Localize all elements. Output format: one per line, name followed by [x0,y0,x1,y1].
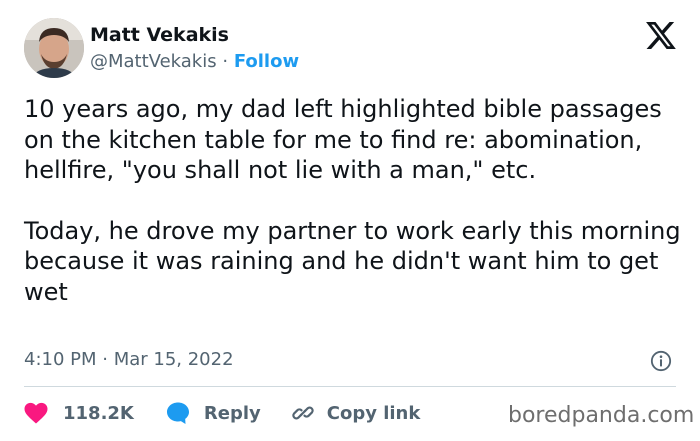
avatar-photo [24,18,84,78]
info-icon[interactable] [650,350,672,372]
watermark: boredpanda.com [508,403,695,428]
avatar[interactable] [24,18,84,78]
like-count: 118.2K [63,402,134,424]
follow-button[interactable]: Follow [234,51,299,72]
copy-link-label: Copy link [326,402,421,424]
author-handle[interactable]: @MattVekakis [90,51,217,72]
tweet-paragraph: 10 years ago, my dad left highlighted bi… [24,95,662,184]
x-logo-icon[interactable] [646,22,676,49]
speech-bubble-icon [166,402,189,424]
tweet-text: 10 years ago, my dad left highlighted bi… [24,94,684,307]
reply-button[interactable]: Reply [166,401,261,425]
link-icon [292,406,314,420]
reply-label: Reply [203,402,261,424]
tweet-timestamp[interactable]: 4:10 PM · Mar 15, 2022 [24,349,234,370]
heart-icon [24,402,48,424]
like-button[interactable]: 118.2K [24,402,134,424]
action-bar: 118.2K Reply Copy link [24,399,420,427]
tweet-paragraph: Today, he drove my partner to work early… [24,216,681,306]
divider [24,386,676,387]
author-handle-row: @MattVekakis · Follow [90,51,299,72]
copy-link-button[interactable]: Copy link [291,401,421,425]
author-name[interactable]: Matt Vekakis [90,24,229,46]
handle-separator: · [222,51,229,72]
